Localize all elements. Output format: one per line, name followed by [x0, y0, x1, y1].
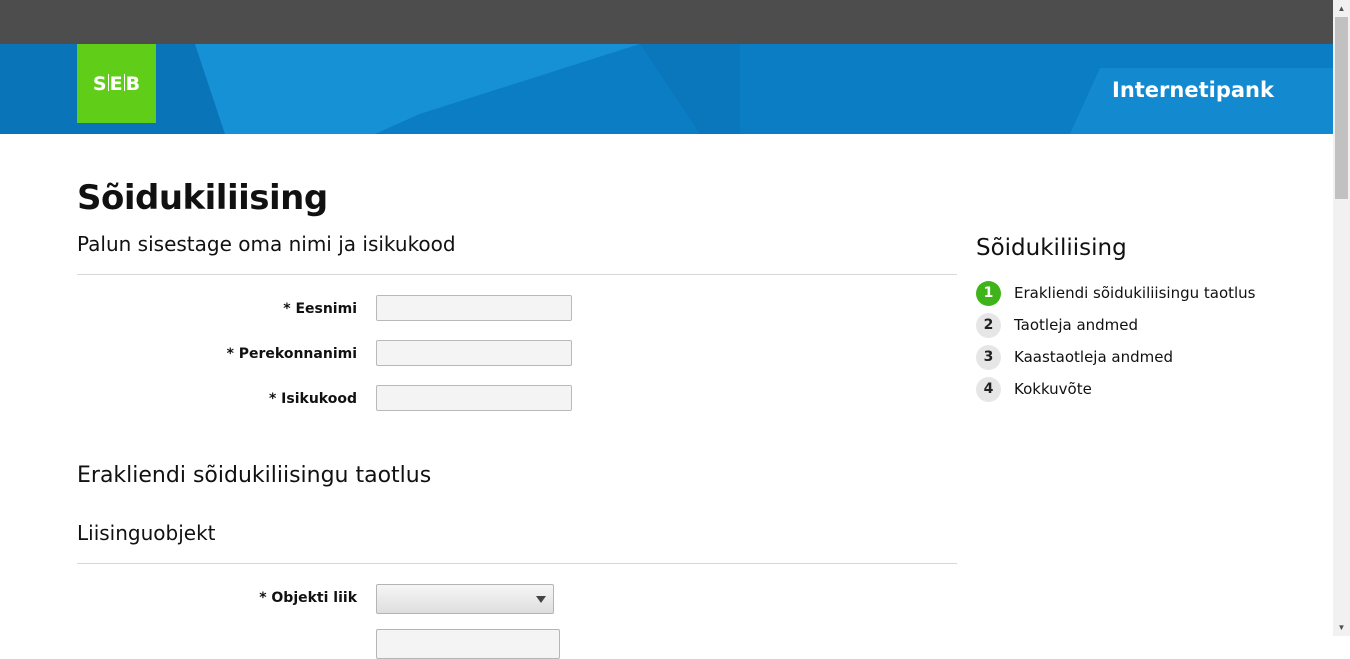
first-name-label: * Eesnimi	[283, 301, 357, 317]
header-banner: Internetipank	[0, 44, 1333, 134]
step-label: Erakliendi sõidukiliisingu taotlus	[1014, 284, 1256, 302]
sidebar-title: Sõidukiliising	[976, 235, 1127, 261]
logo-separator	[123, 74, 125, 91]
scroll-up-icon[interactable]: ▲	[1333, 0, 1350, 17]
next-field-row	[77, 629, 677, 659]
step-number: 3	[976, 345, 1001, 370]
scroll-down-icon[interactable]: ▼	[1333, 619, 1350, 636]
logo-letter-e: E	[109, 72, 123, 95]
id-code-row: * Isikukood	[77, 385, 677, 415]
id-code-label: * Isikukood	[268, 391, 357, 407]
chevron-down-icon	[536, 596, 546, 603]
first-name-input[interactable]	[376, 295, 572, 321]
application-title: Erakliendi sõidukiliisingu taotlus	[77, 463, 432, 488]
step-number: 2	[976, 313, 1001, 338]
divider	[77, 274, 957, 275]
next-field-input[interactable]	[376, 629, 560, 659]
logo-letter-b: B	[125, 72, 141, 95]
last-name-label: * Perekonnanimi	[226, 346, 357, 362]
step-label: Kokkuvõte	[1014, 380, 1092, 398]
last-name-input[interactable]	[376, 340, 572, 366]
divider	[77, 563, 957, 564]
step-label: Kaastaotleja andmed	[1014, 348, 1174, 366]
page-scrollbar[interactable]: ▲ ▼	[1333, 0, 1350, 636]
object-type-select[interactable]	[376, 584, 554, 614]
step-number: 4	[976, 377, 1001, 402]
logo-letter-s: S	[92, 72, 107, 95]
banner-title: Internetipank	[1112, 78, 1274, 102]
seb-logo[interactable]: SEB	[77, 44, 156, 123]
scrollbar-thumb[interactable]	[1335, 17, 1348, 199]
page-title: Sõidukiliising	[77, 178, 328, 218]
id-code-input[interactable]	[376, 385, 572, 411]
object-section-title: Liisinguobjekt	[77, 521, 216, 545]
step-number: 1	[976, 281, 1001, 306]
object-type-label: * Objekti liik	[259, 590, 357, 606]
browser-top-bar	[0, 0, 1333, 44]
logo-separator	[107, 74, 109, 91]
first-name-row: * Eesnimi	[77, 295, 677, 325]
page-subtitle: Palun sisestage oma nimi ja isikukood	[77, 232, 456, 256]
object-type-row: * Objekti liik	[77, 584, 677, 614]
step-label: Taotleja andmed	[1014, 316, 1139, 334]
last-name-row: * Perekonnanimi	[77, 340, 677, 370]
